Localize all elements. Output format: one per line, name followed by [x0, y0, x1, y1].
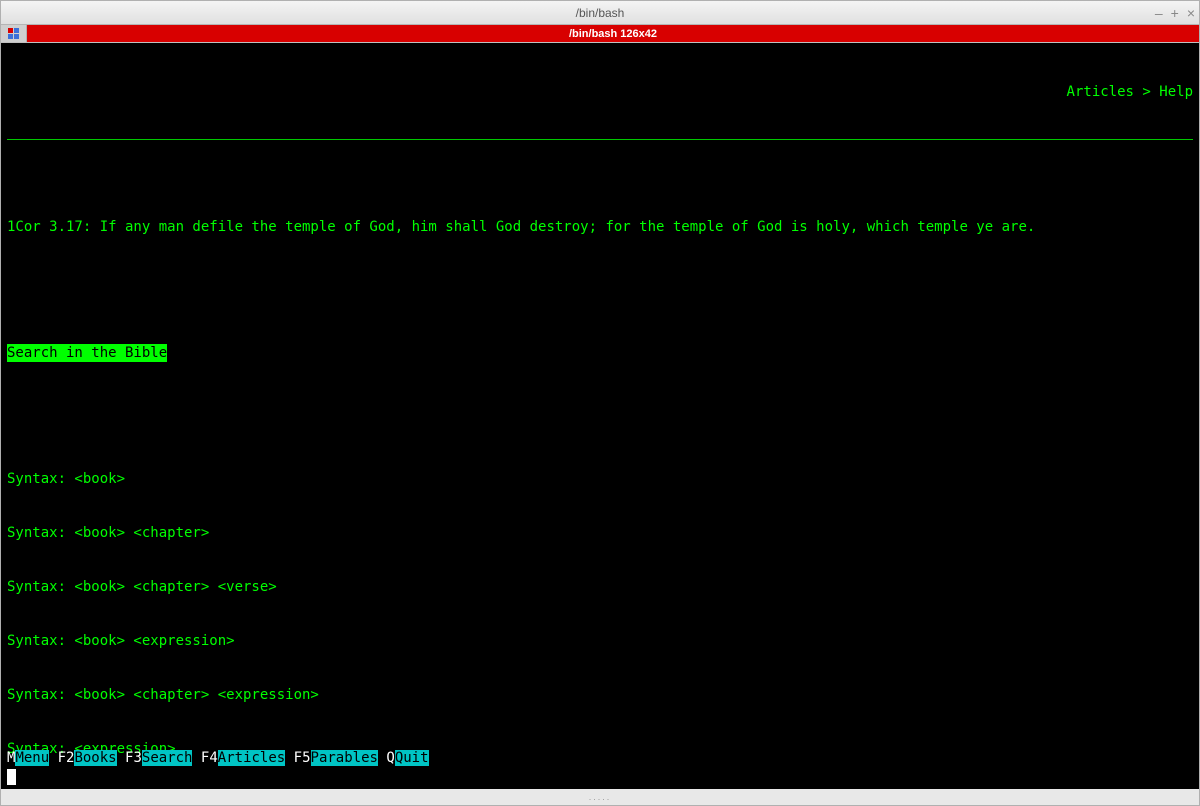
terminal-cursor [7, 769, 16, 785]
window-titlebar: /bin/bash – + × [1, 1, 1199, 25]
menu-key[interactable]: F3 [125, 750, 142, 766]
syntax-line: Syntax: <book> <chapter> <expression> [7, 686, 1193, 704]
syntax-line: Syntax: <book> [7, 470, 1193, 488]
section-title: Search in the Bible [7, 344, 167, 362]
nav-help[interactable]: Help [1159, 84, 1193, 100]
bottom-menu: MMenu F2Books F3Search F4Articles F5Para… [7, 749, 429, 767]
menu-key[interactable]: F5 [294, 750, 311, 766]
syntax-line: Syntax: <book> <chapter> <verse> [7, 578, 1193, 596]
menu-label[interactable]: Articles [218, 750, 285, 766]
tab-strip: /bin/bash 126x42 [1, 25, 1199, 43]
nav-separator: > [1142, 84, 1150, 100]
menu-label[interactable]: Search [142, 750, 193, 766]
syntax-line: Syntax: <book> <expression> [7, 632, 1193, 650]
menu-label[interactable]: Quit [395, 750, 429, 766]
terminal-viewport[interactable]: Articles > Help 1Cor 3.17: If any man de… [1, 43, 1199, 789]
active-tab[interactable]: /bin/bash 126x42 [27, 25, 1199, 42]
tab-label: /bin/bash 126x42 [569, 28, 657, 40]
window-title: /bin/bash [1, 6, 1199, 20]
menu-label[interactable]: Menu [15, 750, 49, 766]
status-line: ..... [1, 789, 1199, 805]
menu-key[interactable]: F4 [201, 750, 218, 766]
breadcrumb: Articles > Help [7, 83, 1193, 101]
app-menu-icon[interactable] [1, 25, 27, 42]
window-controls: – + × [1155, 5, 1195, 21]
nav-articles[interactable]: Articles [1067, 84, 1134, 100]
verse-text: 1Cor 3.17: If any man defile the temple … [7, 218, 1193, 236]
horizontal-rule [7, 139, 1193, 140]
close-button[interactable]: × [1187, 5, 1195, 21]
minimize-button[interactable]: – [1155, 5, 1163, 21]
syntax-line: Syntax: <book> <chapter> [7, 524, 1193, 542]
maximize-button[interactable]: + [1171, 5, 1179, 21]
terminal-window: /bin/bash – + × /bin/bash 126x42 Article… [0, 0, 1200, 806]
menu-label[interactable]: Parables [311, 750, 378, 766]
menu-key[interactable]: F2 [58, 750, 75, 766]
menu-label[interactable]: Books [74, 750, 116, 766]
menu-key[interactable]: Q [386, 750, 394, 766]
